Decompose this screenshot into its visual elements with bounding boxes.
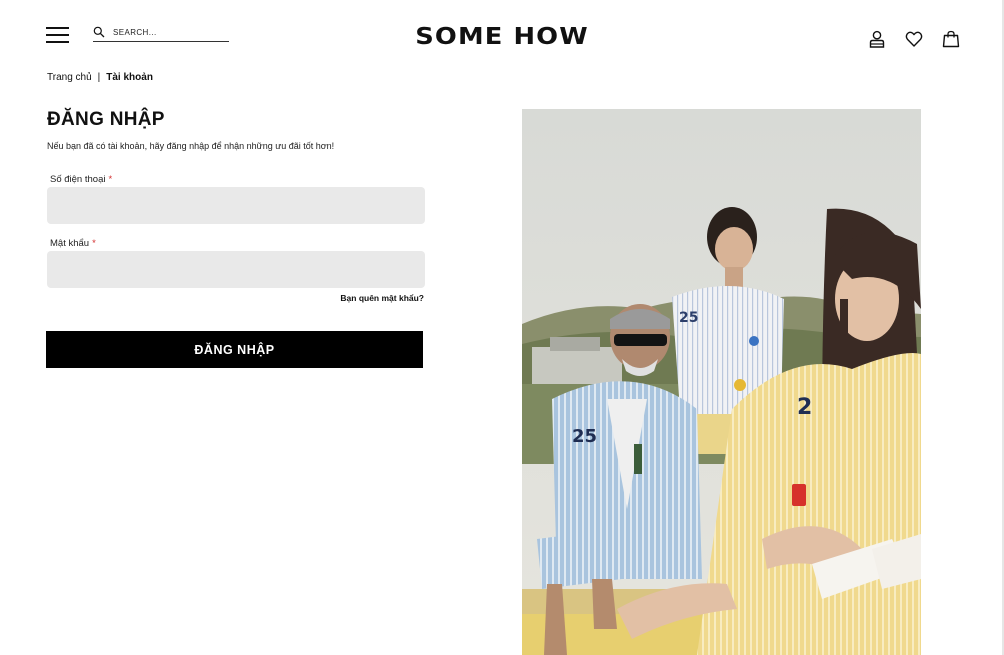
required-mark: * bbox=[92, 238, 96, 249]
phone-label-text: Số điện thoại bbox=[50, 174, 106, 185]
breadcrumb-home-link[interactable]: Trang chủ bbox=[47, 72, 92, 83]
phone-label: Số điện thoại * bbox=[50, 174, 112, 185]
heart-icon[interactable] bbox=[905, 30, 923, 48]
search-input[interactable] bbox=[113, 25, 225, 39]
login-page: SOME HOW Trang chủ | Tài khoản ĐĂNG NHẬP N… bbox=[0, 0, 1004, 655]
hamburger-menu-icon[interactable] bbox=[46, 27, 69, 43]
hero-photo: 25 25 2 bbox=[522, 109, 921, 655]
search-bar bbox=[93, 24, 229, 42]
login-subtitle: Nếu bạn đã có tài khoản, hãy đăng nhập đ… bbox=[47, 141, 335, 151]
breadcrumb: Trang chủ | Tài khoản bbox=[47, 72, 153, 83]
login-button[interactable]: ĐĂNG NHẬP bbox=[46, 331, 423, 368]
breadcrumb-current: Tài khoản bbox=[106, 72, 153, 83]
phone-input[interactable] bbox=[47, 187, 425, 224]
password-label-text: Mật khẩu bbox=[50, 238, 90, 249]
svg-text:2: 2 bbox=[797, 395, 812, 420]
password-label: Mật khẩu * bbox=[50, 238, 96, 249]
forgot-password-link[interactable]: Bạn quên mật khẩu? bbox=[200, 293, 424, 303]
brand-logo[interactable]: SOME HOW bbox=[390, 23, 614, 51]
password-input[interactable] bbox=[47, 251, 425, 288]
search-icon[interactable] bbox=[93, 25, 105, 38]
shopping-bag-icon[interactable] bbox=[942, 30, 960, 48]
svg-text:25: 25 bbox=[572, 426, 597, 447]
required-mark: * bbox=[108, 174, 113, 185]
breadcrumb-separator: | bbox=[97, 72, 101, 83]
page-title: ĐĂNG NHẬP bbox=[47, 109, 165, 130]
user-icon[interactable] bbox=[868, 30, 886, 48]
svg-text:25: 25 bbox=[679, 310, 698, 326]
